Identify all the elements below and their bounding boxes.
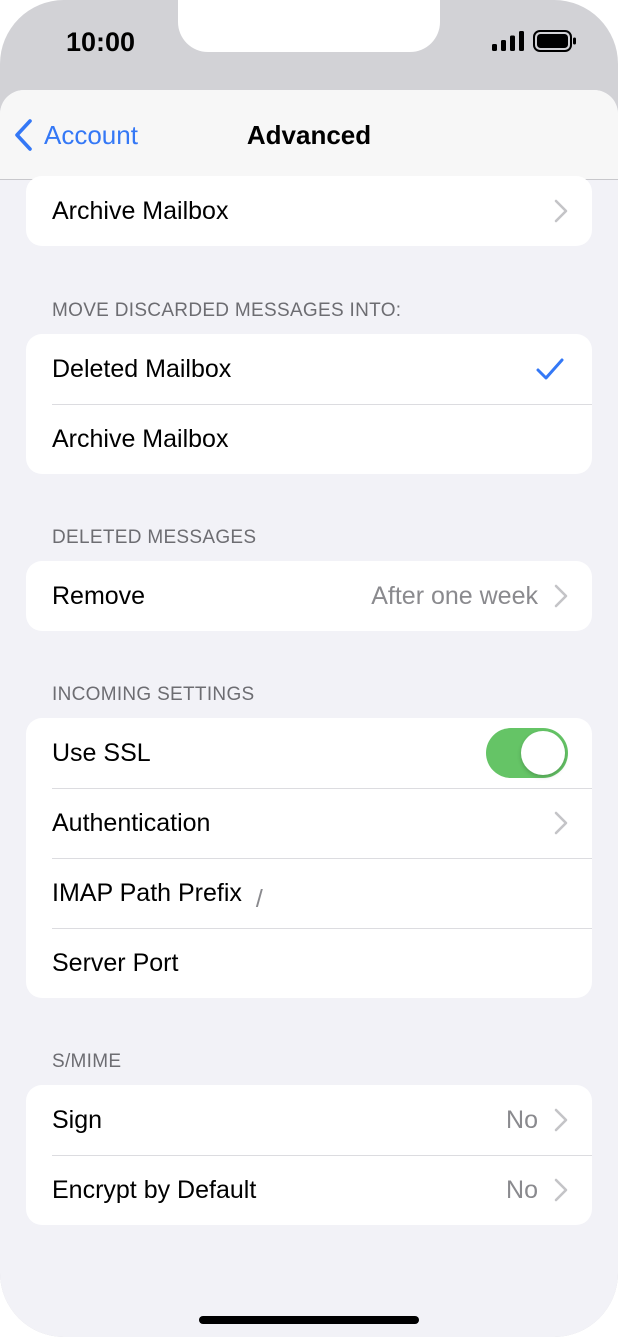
archive-mailbox-label: Archive Mailbox <box>52 196 229 225</box>
home-indicator[interactable] <box>199 1316 419 1324</box>
battery-icon <box>533 30 576 52</box>
use-ssl-label: Use SSL <box>52 738 151 767</box>
notch <box>178 0 440 52</box>
smime-group: Sign No Encrypt by Default No <box>26 1085 592 1225</box>
use-ssl-toggle[interactable] <box>486 728 568 778</box>
discarded-group: Deleted Mailbox Archive Mailbox <box>26 334 592 474</box>
back-button[interactable]: Account <box>12 114 162 156</box>
server-port-row[interactable]: Server Port <box>26 928 592 998</box>
toggle-knob <box>521 731 565 775</box>
deleted-mailbox-row[interactable]: Deleted Mailbox <box>26 334 592 404</box>
smime-section-header: S/MIME <box>52 1051 122 1072</box>
checkmark-icon <box>536 358 564 380</box>
phone-frame: 10:00 Account Advanced Archive Mailbox M… <box>0 0 618 1337</box>
cellular-signal-icon <box>492 31 524 51</box>
encrypt-by-default-row[interactable]: Encrypt by Default No <box>26 1155 592 1225</box>
chevron-right-icon <box>554 1178 568 1202</box>
chevron-right-icon <box>554 199 568 223</box>
encrypt-by-default-value: No <box>506 1175 538 1204</box>
encrypt-by-default-label: Encrypt by Default <box>52 1175 257 1204</box>
archive-mailbox-option-label: Archive Mailbox <box>52 424 229 453</box>
status-time: 10:00 <box>66 27 136 57</box>
back-label: Account <box>44 120 138 150</box>
sign-label: Sign <box>52 1105 103 1134</box>
discarded-section-header: MOVE DISCARDED MESSAGES INTO: <box>52 300 402 321</box>
sign-value: No <box>506 1105 538 1134</box>
incoming-settings-section-header: INCOMING SETTINGS <box>52 684 255 705</box>
remove-row[interactable]: Remove After one week <box>26 561 592 631</box>
chevron-right-icon <box>554 811 568 835</box>
archive-group: Archive Mailbox <box>26 176 592 246</box>
sign-row[interactable]: Sign No <box>26 1085 592 1155</box>
settings-screen: Account Advanced Archive Mailbox MOVE DI… <box>0 90 618 1337</box>
deleted-mailbox-label: Deleted Mailbox <box>52 354 232 383</box>
chevron-right-icon <box>554 1108 568 1132</box>
imap-path-prefix-input[interactable]: / <box>256 885 263 914</box>
deleted-messages-group: Remove After one week <box>26 561 592 631</box>
use-ssl-row: Use SSL <box>26 718 592 788</box>
remove-value: After one week <box>371 581 538 610</box>
remove-label: Remove <box>52 581 146 610</box>
deleted-messages-section-header: DELETED MESSAGES <box>52 527 257 548</box>
incoming-settings-group: Use SSL Authentication IMAP Path Prefix … <box>26 718 592 998</box>
archive-mailbox-row[interactable]: Archive Mailbox <box>26 176 592 246</box>
chevron-left-icon <box>15 119 32 151</box>
server-port-label: Server Port <box>52 948 179 977</box>
archive-mailbox-option-row[interactable]: Archive Mailbox <box>26 404 592 474</box>
authentication-row[interactable]: Authentication <box>26 788 592 858</box>
imap-path-prefix-row[interactable]: IMAP Path Prefix / <box>26 858 592 928</box>
navigation-bar: Account Advanced <box>0 90 618 180</box>
imap-path-prefix-label: IMAP Path Prefix <box>52 878 242 907</box>
chevron-right-icon <box>554 584 568 608</box>
authentication-label: Authentication <box>52 808 211 837</box>
